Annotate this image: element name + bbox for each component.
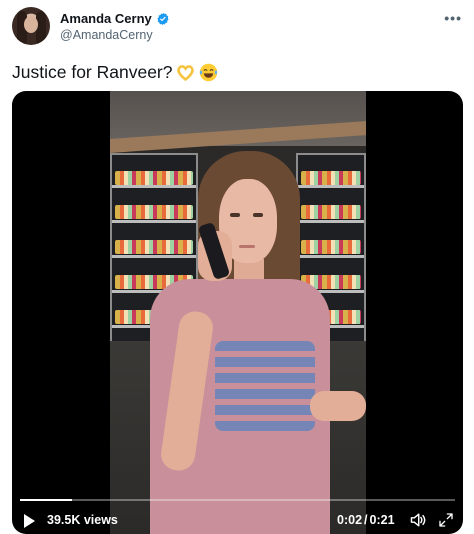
avatar[interactable] bbox=[12, 7, 50, 45]
video-subject-mouth bbox=[239, 245, 255, 248]
play-icon[interactable] bbox=[24, 514, 35, 528]
author-handle[interactable]: @AmandaCerny bbox=[60, 28, 153, 42]
avatar-hair-right bbox=[36, 11, 46, 45]
video-player[interactable]: 39.5K views 0:02/0:21 bbox=[12, 91, 463, 534]
video-subject-eye-right bbox=[253, 213, 263, 217]
tears-of-joy-emoji bbox=[199, 63, 217, 82]
video-time-separator: / bbox=[364, 513, 368, 527]
video-duration: 0:21 bbox=[369, 513, 395, 527]
video-subject-arm-right bbox=[310, 391, 366, 421]
tweet-text: Justice for Ranveer? bbox=[12, 62, 219, 83]
verified-badge-icon bbox=[157, 12, 169, 25]
heart-hands-emoji bbox=[176, 65, 194, 82]
more-options-icon[interactable]: ••• bbox=[444, 10, 462, 26]
video-controls: 39.5K views 0:02/0:21 bbox=[12, 511, 463, 534]
expand-icon[interactable] bbox=[438, 512, 454, 528]
avatar-face bbox=[24, 16, 38, 33]
video-current-time: 0:02 bbox=[337, 513, 363, 527]
author-name-row: Amanda Cerny bbox=[60, 11, 170, 26]
video-frame[interactable] bbox=[110, 91, 366, 534]
video-subject-shirt-print bbox=[215, 341, 315, 431]
video-progress-bar[interactable] bbox=[20, 499, 455, 501]
video-subject-eye-left bbox=[230, 213, 240, 217]
author-display-name[interactable]: Amanda Cerny bbox=[60, 11, 152, 26]
video-progress-fill bbox=[20, 499, 73, 501]
view-count: 39.5K views bbox=[47, 513, 118, 527]
volume-icon[interactable] bbox=[409, 512, 427, 528]
video-time: 0:02/0:21 bbox=[337, 513, 395, 527]
tweet-body: Justice for Ranveer? bbox=[12, 62, 173, 82]
